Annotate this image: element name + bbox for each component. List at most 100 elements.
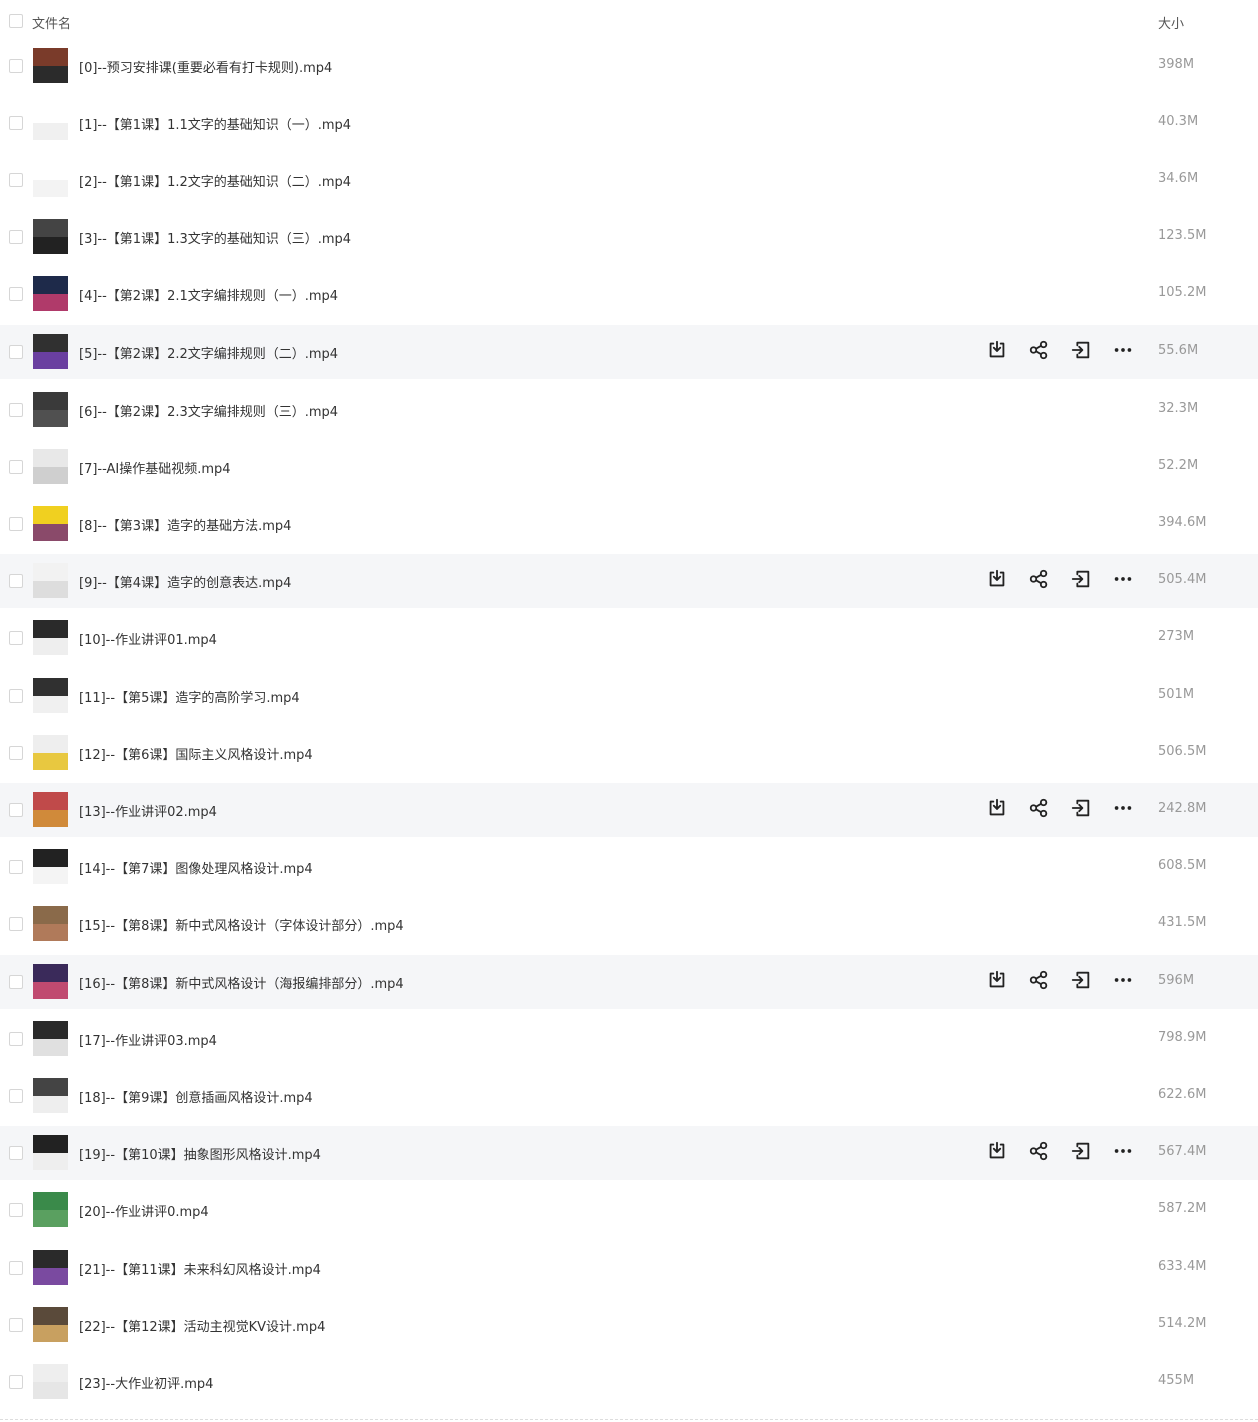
move-icon[interactable]	[1070, 568, 1094, 592]
video-thumbnail[interactable]	[33, 678, 68, 713]
file-name[interactable]: [5]--【第2课】2.2文字编排规则（二）.mp4	[79, 343, 338, 362]
download-icon[interactable]	[986, 1140, 1010, 1164]
video-thumbnail[interactable]	[33, 792, 68, 827]
file-row[interactable]: [16]--【第8课】新中式风格设计（海报编排部分）.mp4 596M	[0, 955, 1258, 1009]
file-name[interactable]: [3]--【第1课】1.3文字的基础知识（三）.mp4	[79, 228, 351, 247]
row-checkbox[interactable]	[9, 1318, 23, 1332]
download-icon[interactable]	[986, 339, 1010, 363]
share-icon[interactable]	[1028, 969, 1052, 993]
move-icon[interactable]	[1070, 969, 1094, 993]
row-checkbox[interactable]	[9, 689, 23, 703]
file-row[interactable]: [21]--【第11课】未来科幻风格设计.mp4 633.4M	[0, 1241, 1258, 1295]
file-name[interactable]: [18]--【第9课】创意插画风格设计.mp4	[79, 1087, 313, 1106]
video-thumbnail[interactable]	[33, 906, 68, 941]
video-thumbnail[interactable]	[33, 964, 68, 999]
file-name[interactable]: [17]--作业讲评03.mp4	[79, 1030, 217, 1049]
more-icon[interactable]	[1112, 568, 1136, 592]
row-checkbox[interactable]	[9, 230, 23, 244]
file-name[interactable]: [2]--【第1课】1.2文字的基础知识（二）.mp4	[79, 171, 351, 190]
video-thumbnail[interactable]	[33, 1307, 68, 1342]
file-name[interactable]: [9]--【第4课】造字的创意表达.mp4	[79, 572, 291, 591]
select-all-checkbox[interactable]	[9, 14, 23, 28]
file-row[interactable]: [13]--作业讲评02.mp4 242.8M	[0, 783, 1258, 837]
video-thumbnail[interactable]	[33, 219, 68, 254]
video-thumbnail[interactable]	[33, 506, 68, 541]
file-name[interactable]: [22]--【第12课】活动主视觉KV设计.mp4	[79, 1316, 325, 1335]
video-thumbnail[interactable]	[33, 1364, 68, 1399]
file-name[interactable]: [4]--【第2课】2.1文字编排规则（一）.mp4	[79, 285, 338, 304]
file-name[interactable]: [11]--【第5课】造字的高阶学习.mp4	[79, 687, 300, 706]
row-checkbox[interactable]	[9, 59, 23, 73]
file-row[interactable]: [17]--作业讲评03.mp4 798.9M	[0, 1012, 1258, 1066]
row-checkbox[interactable]	[9, 917, 23, 931]
file-row[interactable]: [8]--【第3课】造字的基础方法.mp4 394.6M	[0, 497, 1258, 551]
row-checkbox[interactable]	[9, 975, 23, 989]
move-icon[interactable]	[1070, 1140, 1094, 1164]
row-checkbox[interactable]	[9, 403, 23, 417]
file-name[interactable]: [21]--【第11课】未来科幻风格设计.mp4	[79, 1259, 321, 1278]
video-thumbnail[interactable]	[33, 48, 68, 83]
move-icon[interactable]	[1070, 797, 1094, 821]
row-checkbox[interactable]	[9, 803, 23, 817]
file-row[interactable]: [12]--【第6课】国际主义风格设计.mp4 506.5M	[0, 726, 1258, 780]
video-thumbnail[interactable]	[33, 1192, 68, 1227]
file-name[interactable]: [0]--预习安排课(重要必看有打卡规则).mp4	[79, 57, 332, 76]
file-name[interactable]: [1]--【第1课】1.1文字的基础知识（一）.mp4	[79, 114, 351, 133]
move-icon[interactable]	[1070, 339, 1094, 363]
file-row[interactable]: [1]--【第1课】1.1文字的基础知识（一）.mp4 40.3M	[0, 96, 1258, 150]
row-checkbox[interactable]	[9, 287, 23, 301]
file-row[interactable]: [0]--预习安排课(重要必看有打卡规则).mp4 398M	[0, 39, 1258, 93]
video-thumbnail[interactable]	[33, 392, 68, 427]
file-name[interactable]: [13]--作业讲评02.mp4	[79, 801, 217, 820]
file-row[interactable]: [11]--【第5课】造字的高阶学习.mp4 501M	[0, 669, 1258, 723]
more-icon[interactable]	[1112, 969, 1136, 993]
download-icon[interactable]	[986, 797, 1010, 821]
video-thumbnail[interactable]	[33, 735, 68, 770]
column-header-filename[interactable]: 文件名	[32, 13, 71, 32]
file-name[interactable]: [7]--AI操作基础视频.mp4	[79, 458, 231, 477]
row-checkbox[interactable]	[9, 345, 23, 359]
row-checkbox[interactable]	[9, 860, 23, 874]
file-row[interactable]: [10]--作业讲评01.mp4 273M	[0, 611, 1258, 665]
row-checkbox[interactable]	[9, 460, 23, 474]
file-name[interactable]: [8]--【第3课】造字的基础方法.mp4	[79, 515, 291, 534]
more-icon[interactable]	[1112, 339, 1136, 363]
file-name[interactable]: [12]--【第6课】国际主义风格设计.mp4	[79, 744, 313, 763]
file-row[interactable]: [6]--【第2课】2.3文字编排规则（三）.mp4 32.3M	[0, 383, 1258, 437]
more-icon[interactable]	[1112, 1140, 1136, 1164]
share-icon[interactable]	[1028, 1140, 1052, 1164]
video-thumbnail[interactable]	[33, 563, 68, 598]
row-checkbox[interactable]	[9, 1089, 23, 1103]
file-row[interactable]: [22]--【第12课】活动主视觉KV设计.mp4 514.2M	[0, 1298, 1258, 1352]
file-row[interactable]: [4]--【第2课】2.1文字编排规则（一）.mp4 105.2M	[0, 267, 1258, 321]
more-icon[interactable]	[1112, 797, 1136, 821]
row-checkbox[interactable]	[9, 746, 23, 760]
file-row[interactable]: [23]--大作业初评.mp4 455M	[0, 1355, 1258, 1409]
row-checkbox[interactable]	[9, 1375, 23, 1389]
share-icon[interactable]	[1028, 339, 1052, 363]
row-checkbox[interactable]	[9, 517, 23, 531]
video-thumbnail[interactable]	[33, 276, 68, 311]
download-icon[interactable]	[986, 568, 1010, 592]
row-checkbox[interactable]	[9, 631, 23, 645]
share-icon[interactable]	[1028, 568, 1052, 592]
row-checkbox[interactable]	[9, 1032, 23, 1046]
share-icon[interactable]	[1028, 797, 1052, 821]
video-thumbnail[interactable]	[33, 162, 68, 197]
file-name[interactable]: [14]--【第7课】图像处理风格设计.mp4	[79, 858, 313, 877]
file-row[interactable]: [15]--【第8课】新中式风格设计（字体设计部分）.mp4 431.5M	[0, 897, 1258, 951]
video-thumbnail[interactable]	[33, 1078, 68, 1113]
file-name[interactable]: [23]--大作业初评.mp4	[79, 1373, 213, 1392]
video-thumbnail[interactable]	[33, 849, 68, 884]
file-row[interactable]: [7]--AI操作基础视频.mp4 52.2M	[0, 440, 1258, 494]
row-checkbox[interactable]	[9, 173, 23, 187]
file-row[interactable]: [9]--【第4课】造字的创意表达.mp4 505.4M	[0, 554, 1258, 608]
video-thumbnail[interactable]	[33, 105, 68, 140]
video-thumbnail[interactable]	[33, 1135, 68, 1170]
file-name[interactable]: [20]--作业讲评0.mp4	[79, 1201, 209, 1220]
video-thumbnail[interactable]	[33, 449, 68, 484]
file-row[interactable]: [18]--【第9课】创意插画风格设计.mp4 622.6M	[0, 1069, 1258, 1123]
row-checkbox[interactable]	[9, 116, 23, 130]
row-checkbox[interactable]	[9, 1261, 23, 1275]
column-header-size[interactable]: 大小	[1158, 13, 1184, 32]
